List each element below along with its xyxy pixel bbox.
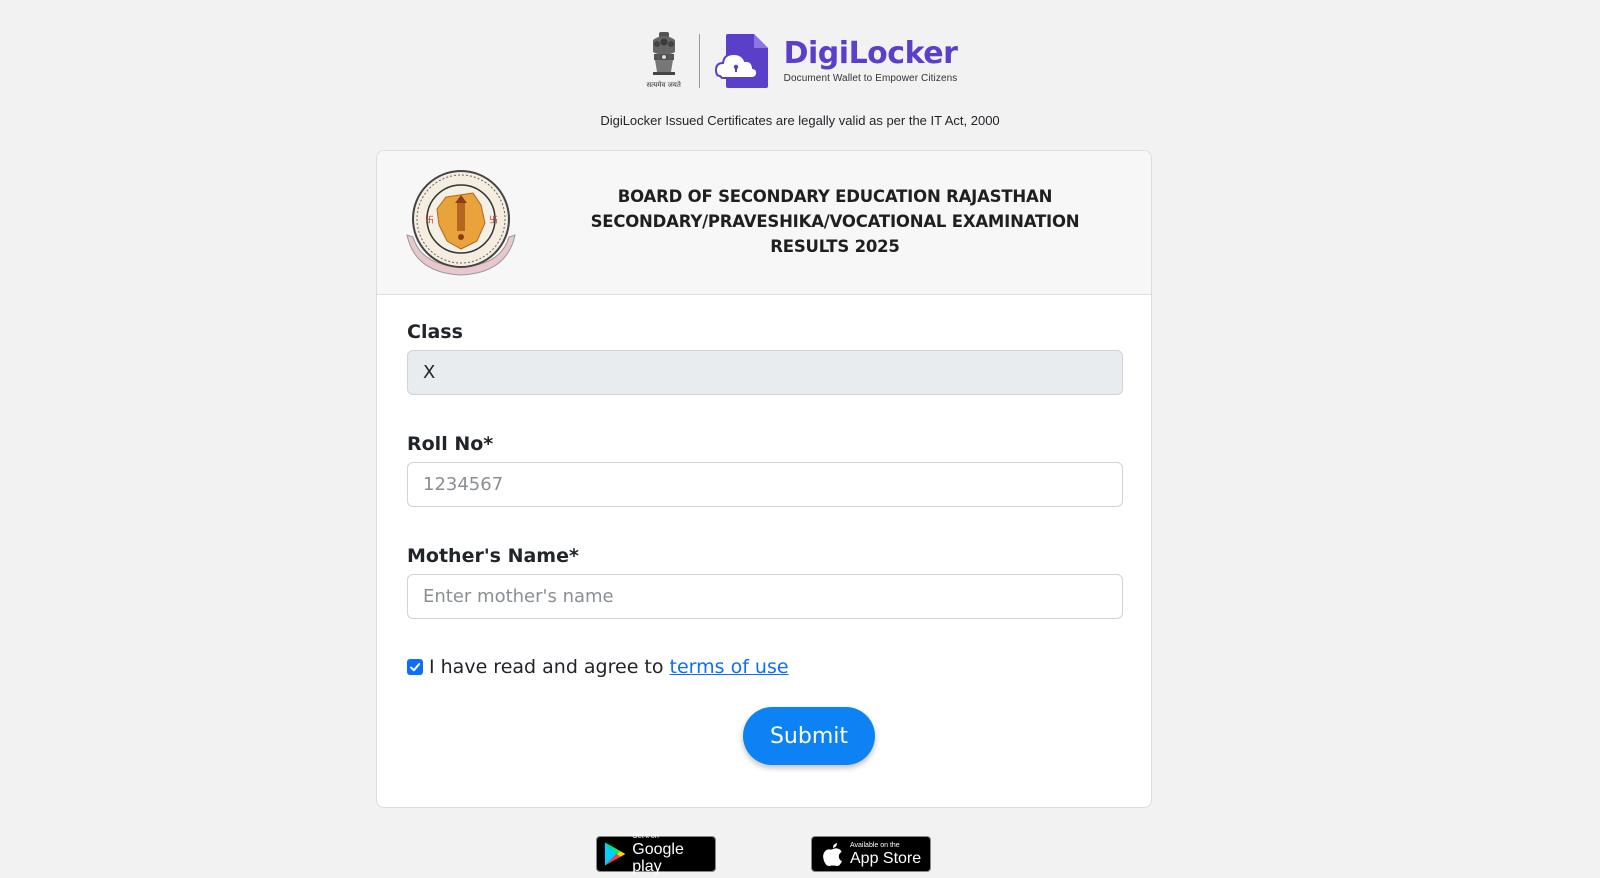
brand-name: DigiLocker [783,36,958,71]
svg-text:卐: 卐 [489,215,498,226]
roll-no-label: Roll No* [407,433,494,455]
national-emblem: सत्यमेव जयते [643,30,685,92]
result-form-card: 卐 卐 BOARD OF SECONDARY EDUCATION RAJASTH… [376,150,1152,808]
page: सत्यमेव जयते DigiLocker Document Wallet … [0,0,1600,878]
google-play-small-text: Get it on [632,833,659,840]
title-line-3: RESULTS 2025 [770,237,900,256]
svg-text:卐: 卐 [425,215,434,226]
logo-header: सत्यमेव जयते DigiLocker Document Wallet … [0,30,1600,92]
google-play-badge[interactable]: Get it on Google play [596,833,716,875]
google-play-icon [604,842,626,866]
legal-validity-note: DigiLocker Issued Certificates are legal… [600,113,1000,128]
logo-divider [698,34,700,88]
app-store-badge[interactable]: Available on the App Store [811,836,931,872]
card-header: 卐 卐 BOARD OF SECONDARY EDUCATION RAJASTH… [377,151,1151,295]
mother-name-label: Mother's Name* [407,545,579,567]
roll-no-input[interactable] [407,462,1123,507]
title-line-1: BOARD OF SECONDARY EDUCATION RAJASTHAN [617,187,1053,206]
board-seal-icon: 卐 卐 [406,170,516,276]
app-store-small-text: Available on the [850,841,900,849]
apple-icon [823,843,842,866]
agree-text: I have read and agree to [429,656,664,678]
submit-button[interactable]: Submit [743,707,875,765]
brand-tagline: Document Wallet to Empower Citizens [783,73,958,84]
title-line-2: SECONDARY/PRAVESHIKA/VOCATIONAL EXAMINAT… [590,212,1080,231]
ashoka-emblem-icon [652,32,675,75]
emblem-caption: सत्यमेव जयते [646,81,681,89]
board-exam-title: BOARD OF SECONDARY EDUCATION RAJASTHAN S… [587,184,1083,259]
app-store-big-text: App Store [850,849,922,867]
terms-checkbox[interactable] [407,659,423,675]
class-field[interactable] [407,350,1123,395]
google-play-big-text: Google play [632,841,684,875]
class-label: Class [407,321,463,343]
mother-name-input[interactable] [407,574,1123,619]
terms-agreement-row: I have read and agree to terms of use [407,656,789,678]
terms-of-use-link[interactable]: terms of use [670,656,789,678]
checkmark-icon [410,663,421,672]
digilocker-logo-icon [714,34,768,88]
